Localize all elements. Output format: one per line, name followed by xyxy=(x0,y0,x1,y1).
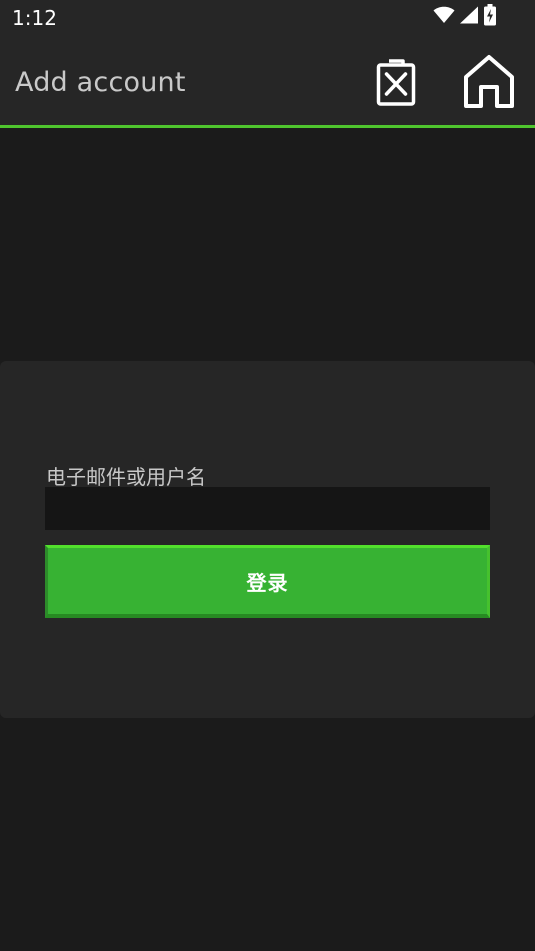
status-icons xyxy=(433,3,497,31)
username-input[interactable] xyxy=(45,487,490,530)
clear-button[interactable] xyxy=(366,54,426,114)
page-title: Add account xyxy=(15,67,186,98)
login-card: 电子邮件或用户名 登录 xyxy=(0,361,535,718)
clear-document-icon xyxy=(375,57,417,112)
username-field-label: 电子邮件或用户名 xyxy=(46,465,206,489)
app-bar: Add account xyxy=(0,38,535,125)
status-time: 1:12 xyxy=(12,6,57,30)
login-button-label: 登录 xyxy=(246,570,289,595)
login-button[interactable]: 登录 xyxy=(45,545,490,618)
battery-charging-icon xyxy=(483,3,497,31)
cellular-signal-icon xyxy=(459,6,479,29)
home-icon xyxy=(463,54,515,115)
app-bar-divider xyxy=(0,125,535,128)
status-bar: 1:12 xyxy=(0,0,535,38)
home-button[interactable] xyxy=(459,54,519,114)
screen: 1:12 Add account 电子邮件或用户名 登录 xyxy=(0,0,535,951)
wifi-icon xyxy=(433,6,455,29)
